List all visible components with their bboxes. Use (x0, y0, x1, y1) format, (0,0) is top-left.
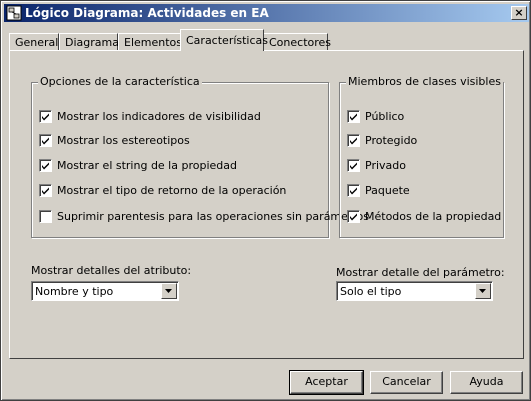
checkbox[interactable] (39, 134, 52, 147)
tab-elementos[interactable]: Elementos (118, 33, 182, 51)
checkbox-label: Protegido (365, 134, 418, 147)
checkbox[interactable] (347, 159, 360, 172)
checkbox-label: Métodos de la propiedad (365, 210, 502, 223)
tab-general[interactable]: General (9, 33, 59, 51)
select-value: Nombre y tipo (35, 285, 114, 298)
cancel-button[interactable]: Cancelar (370, 371, 443, 394)
group-title: Opciones de la característica (38, 75, 202, 88)
help-button[interactable]: Ayuda (450, 371, 523, 394)
dialog-window: Lógico Diagrama: Actividades en EA × Gen… (0, 0, 531, 401)
checkbox-label: Mostrar los estereotipos (57, 134, 190, 147)
tab-label: Diagrama (65, 36, 119, 49)
checkbox[interactable] (39, 110, 52, 123)
attribute-details-select[interactable]: Nombre y tipo (31, 281, 179, 301)
dropdown-button[interactable] (475, 283, 491, 299)
tab-caracteristicas[interactable]: Características (180, 29, 268, 51)
ok-button[interactable]: Aceptar (289, 370, 364, 395)
chevron-down-icon (479, 289, 486, 293)
close-button[interactable]: × (511, 6, 527, 20)
checkbox-label: Mostrar los indicadores de visibilidad (57, 110, 261, 123)
checkbox[interactable] (39, 159, 52, 172)
tab-strip: General Diagrama Elementos Característic… (9, 29, 524, 51)
tab-label: General (15, 36, 59, 49)
tab-label: Características (186, 34, 269, 47)
dropdown-button[interactable] (161, 283, 177, 299)
chevron-down-icon (165, 289, 172, 293)
attribute-details-label: Mostrar detalles del atributo: (31, 264, 192, 277)
tab-label: Elementos (124, 36, 183, 49)
parameter-details-select[interactable]: Solo el tipo (336, 281, 493, 301)
title-bar[interactable]: Lógico Diagrama: Actividades en EA × (4, 4, 529, 22)
checkbox-label: Mostrar el string de la propiedad (57, 159, 237, 172)
diagram-icon (6, 5, 22, 21)
tab-label: Conectores (269, 36, 332, 49)
select-value: Solo el tipo (340, 285, 402, 298)
tab-conectores[interactable]: Conectores (263, 33, 332, 51)
feature-options-group: Opciones de la característica Mostrar lo… (31, 75, 369, 238)
parameter-details-label: Mostrar detalle del parámetro: (336, 266, 505, 279)
checkbox[interactable] (347, 184, 360, 197)
visible-members-group: Miembros de clases visibles Público Prot… (339, 75, 504, 238)
checkbox[interactable] (347, 210, 360, 223)
group-title: Miembros de clases visibles (346, 75, 503, 88)
checkbox-label: Suprimir parentesis para las operaciones… (57, 210, 369, 223)
close-icon: × (514, 6, 524, 19)
tab-panel: Opciones de la característica Mostrar lo… (9, 50, 524, 359)
checkbox[interactable] (39, 184, 52, 197)
checkbox-label: Mostrar el tipo de retorno de la operaci… (57, 184, 287, 197)
window-title: Lógico Diagrama: Actividades en EA (25, 6, 269, 20)
checkbox-label: Paquete (365, 184, 410, 197)
checkbox-label: Privado (365, 159, 406, 172)
checkbox[interactable] (347, 134, 360, 147)
checkbox[interactable] (39, 210, 52, 223)
checkbox[interactable] (347, 110, 360, 123)
checkbox-label: Público (365, 110, 405, 123)
tab-diagrama[interactable]: Diagrama (59, 33, 119, 51)
